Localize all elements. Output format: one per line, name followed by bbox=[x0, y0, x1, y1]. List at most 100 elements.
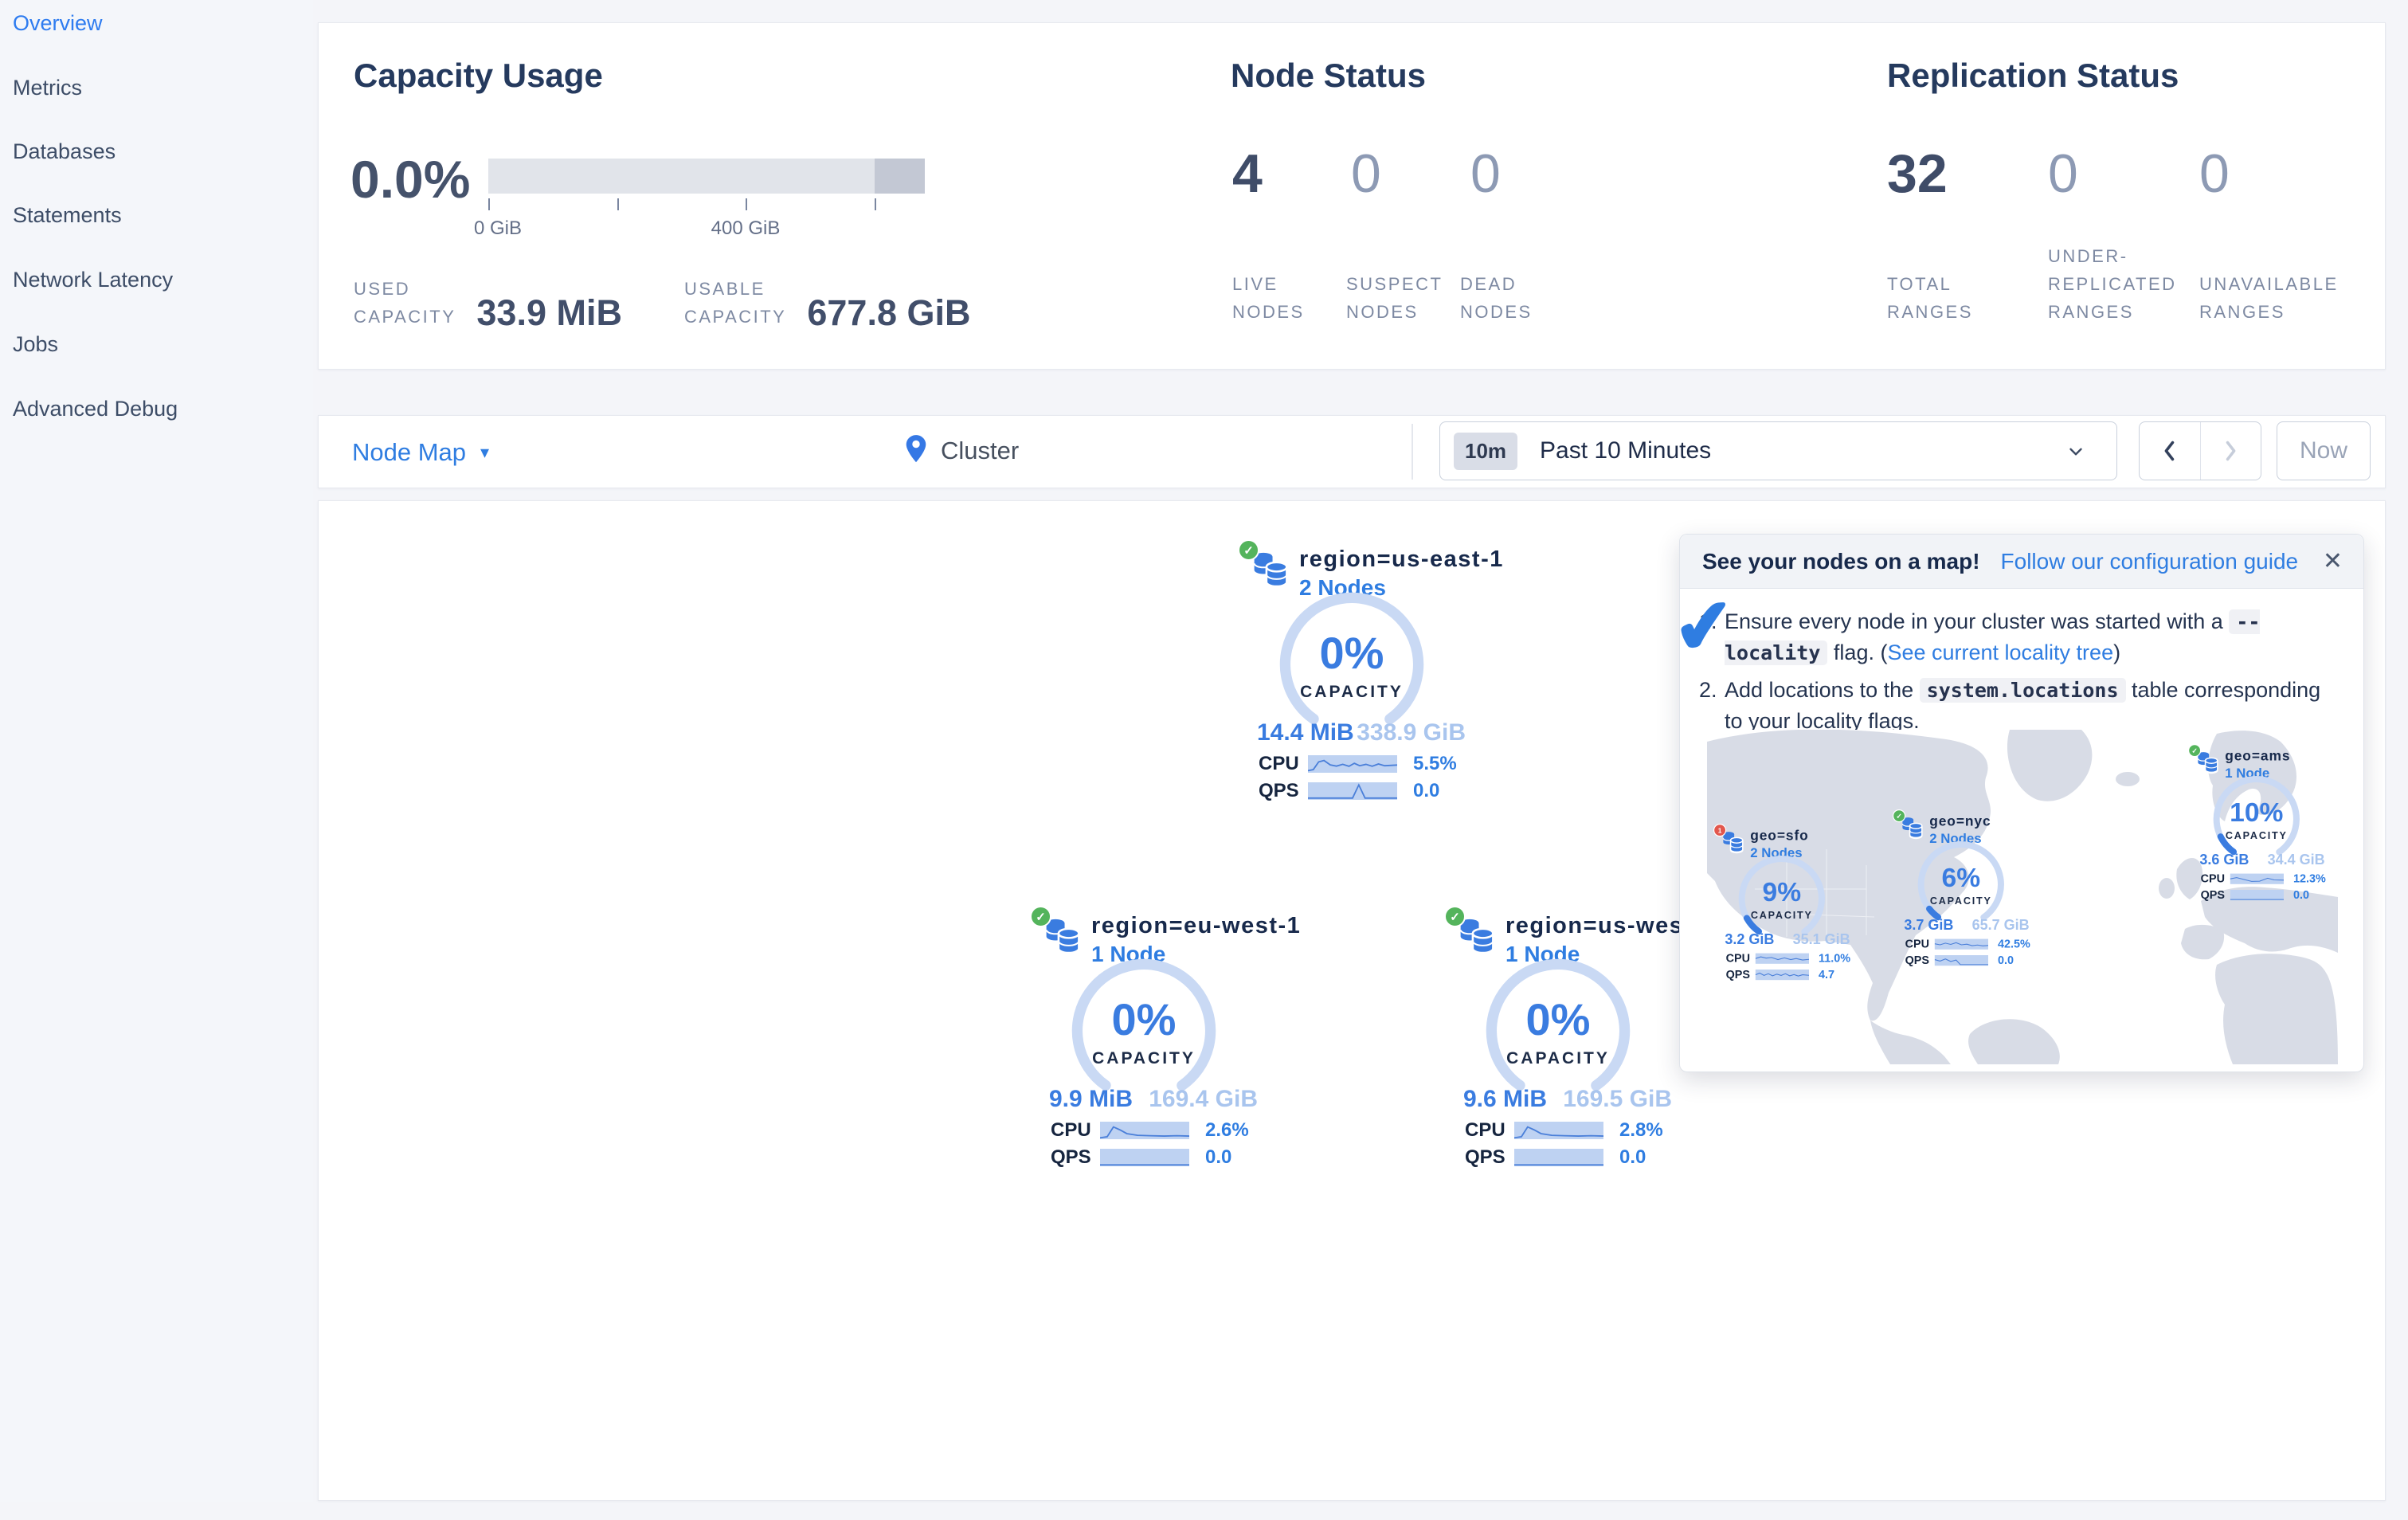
breadcrumb-cluster-label: Cluster bbox=[941, 437, 1020, 464]
time-range-badge: 10m bbox=[1454, 432, 1518, 470]
popup-header: See your nodes on a map! Follow our conf… bbox=[1680, 535, 2363, 589]
cpu-label: CPU bbox=[2200, 872, 2226, 885]
suspect-nodes-count: 0 bbox=[1351, 143, 1381, 204]
sidebar-item-jobs[interactable]: Jobs bbox=[13, 332, 58, 357]
close-icon[interactable]: ✕ bbox=[2323, 547, 2343, 575]
node-map-config-popup: See your nodes on a map! Follow our conf… bbox=[1670, 534, 2364, 1072]
usable-capacity-value: 677.8 GiB bbox=[807, 292, 971, 333]
qps-sparkline bbox=[1755, 970, 1809, 981]
capacity-gauge: 0% CAPACITY bbox=[1482, 955, 1634, 1107]
blue-check-mark: ✔ bbox=[1669, 583, 1740, 671]
usable-capacity-label: USABLE CAPACITY bbox=[683, 279, 787, 327]
cpu-sparkline bbox=[1755, 953, 1809, 964]
step-1: 1. Ensure every node in your cluster was … bbox=[1699, 609, 2261, 665]
caret-down-icon: ▾ bbox=[480, 442, 490, 462]
system-locations-code: system.locations bbox=[1919, 678, 2126, 703]
region-title: geo=nyc bbox=[1929, 813, 1991, 829]
map-node-group-geo-sfo: 1 geo=sfo 2 Nodes 9% CAPACITY 3.2 GiB 35… bbox=[1713, 824, 1857, 989]
gauge-percent: 9% bbox=[1762, 876, 1802, 907]
cpu-sparkline bbox=[1100, 1122, 1189, 1139]
popup-title: See your nodes on a map! bbox=[1702, 548, 1980, 574]
used-capacity: 14.4 MiB bbox=[1257, 719, 1354, 746]
capacity-usage-title: Capacity Usage bbox=[354, 57, 603, 94]
used-capacity-label: USED CAPACITY bbox=[354, 279, 456, 327]
qps-label: QPS bbox=[1725, 968, 1751, 981]
next-range-button[interactable] bbox=[2199, 422, 2261, 480]
cpu-sparkline bbox=[1934, 938, 1988, 950]
under-replicated-count: 0 bbox=[2048, 143, 2078, 204]
sidebar-item-metrics[interactable]: Metrics bbox=[13, 76, 82, 100]
sidebar-item-databases[interactable]: Databases bbox=[13, 139, 116, 164]
cpu-sparkline bbox=[1514, 1122, 1603, 1139]
cpu-sparkline bbox=[2230, 873, 2284, 884]
map-node-group-geo-ams: ✓ geo=ams 1 Node 10% CAPACITY 3.6 GiB 34… bbox=[2188, 744, 2332, 909]
healthy-check-icon: ✓ bbox=[1893, 809, 1906, 823]
chevron-right-icon bbox=[2226, 441, 2236, 461]
gauge-percent: 6% bbox=[1941, 862, 1981, 893]
locality-tree-link[interactable]: See current locality tree bbox=[1887, 641, 2113, 664]
dead-nodes-count: 0 bbox=[1470, 143, 1501, 204]
sidebar-item-advanced-debug[interactable]: Advanced Debug bbox=[13, 397, 178, 421]
map-pin-icon bbox=[906, 435, 926, 463]
view-selector-node-map[interactable]: Node Map ▾ bbox=[352, 438, 489, 467]
cpu-value: 5.5% bbox=[1413, 753, 1457, 774]
step-2: 2. Add locations to the system.locations … bbox=[1699, 678, 2321, 733]
node-map-preview: 1 geo=sfo 2 Nodes 9% CAPACITY 3.2 GiB 35… bbox=[1707, 730, 2338, 1064]
capacity-gauge: 10% CAPACITY bbox=[2211, 774, 2302, 864]
total-capacity: 35.1 GiB bbox=[1792, 931, 1850, 948]
warning-count-icon: 1 bbox=[1713, 824, 1727, 837]
breadcrumb[interactable]: Cluster bbox=[903, 433, 1019, 468]
qps-sparkline bbox=[2230, 890, 2284, 901]
node-status-title: Node Status bbox=[1231, 57, 1427, 94]
gauge-caption: CAPACITY bbox=[1750, 910, 1813, 921]
capacity-bar bbox=[488, 159, 925, 194]
map-node-group-geo-nyc: ✓ geo=nyc 2 Nodes 6% CAPACITY 3.7 GiB 65… bbox=[1893, 809, 2036, 974]
gauge-percent: 0% bbox=[1525, 994, 1591, 1044]
capacity-percent: 0.0% bbox=[350, 150, 471, 209]
healthy-check-icon: ✓ bbox=[2188, 744, 2202, 758]
qps-label: QPS bbox=[1259, 780, 1299, 801]
gauge-caption: CAPACITY bbox=[1300, 683, 1404, 701]
prev-range-button[interactable] bbox=[2140, 422, 2200, 480]
db-console-overview-page: Overview Metrics Databases Statements Ne… bbox=[0, 0, 2408, 1520]
qps-sparkline bbox=[1514, 1149, 1603, 1166]
now-button[interactable]: Now bbox=[2277, 421, 2371, 480]
total-capacity: 65.7 GiB bbox=[1971, 917, 2030, 934]
sidebar: Overview Metrics Databases Statements Ne… bbox=[0, 0, 313, 1502]
used-capacity: 9.6 MiB bbox=[1463, 1086, 1548, 1112]
cpu-value: 42.5% bbox=[1998, 937, 2030, 950]
total-ranges-count: 32 bbox=[1887, 143, 1948, 204]
used-capacity: 3.2 GiB bbox=[1725, 931, 1775, 948]
capacity-gauge: 0% CAPACITY bbox=[1276, 589, 1427, 740]
qps-sparkline bbox=[1100, 1149, 1189, 1166]
time-range-dropdown[interactable]: 10m Past 10 Minutes bbox=[1439, 421, 2117, 480]
gauge-percent: 0% bbox=[1319, 628, 1384, 678]
node-group-us-east-1: ✓ region=us-east-1 2 Nodes 0% CAPACITY 1… bbox=[1238, 539, 1502, 814]
configuration-guide-link[interactable]: Follow our configuration guide bbox=[2001, 549, 2299, 574]
sidebar-item-network-latency[interactable]: Network Latency bbox=[13, 268, 173, 292]
cpu-value: 2.8% bbox=[1619, 1119, 1663, 1141]
time-range-label: Past 10 Minutes bbox=[1540, 437, 1712, 464]
qps-sparkline bbox=[1934, 955, 1988, 966]
gauge-caption: CAPACITY bbox=[1506, 1049, 1610, 1068]
cpu-label: CPU bbox=[1051, 1119, 1091, 1141]
time-range-arrows bbox=[2139, 421, 2261, 480]
cpu-value: 12.3% bbox=[2293, 872, 2326, 885]
gauge-caption: CAPACITY bbox=[2225, 830, 2288, 841]
capacity-bar-reserved-segment bbox=[874, 159, 925, 194]
sidebar-item-overview[interactable]: Overview bbox=[13, 11, 103, 36]
sidebar-item-statements[interactable]: Statements bbox=[13, 203, 122, 228]
used-capacity: 3.6 GiB bbox=[2199, 852, 2249, 868]
capacity-gauge: 0% CAPACITY bbox=[1068, 955, 1220, 1107]
qps-label: QPS bbox=[1051, 1146, 1091, 1168]
qps-label: QPS bbox=[2200, 888, 2226, 902]
total-capacity: 169.4 GiB bbox=[1149, 1086, 1258, 1112]
used-capacity: 9.9 MiB bbox=[1049, 1086, 1134, 1112]
node-group-eu-west-1: ✓ region=eu-west-1 1 Node 0% CAPACITY 9.… bbox=[1030, 906, 1300, 1181]
cpu-label: CPU bbox=[1905, 937, 1930, 950]
capacity-bar-axis: 0 GiB 400 GiB bbox=[474, 198, 925, 246]
qps-label: QPS bbox=[1465, 1146, 1505, 1168]
total-capacity: 169.5 GiB bbox=[1563, 1086, 1672, 1112]
gauge-caption: CAPACITY bbox=[1092, 1049, 1196, 1068]
cpu-label: CPU bbox=[1725, 951, 1751, 965]
